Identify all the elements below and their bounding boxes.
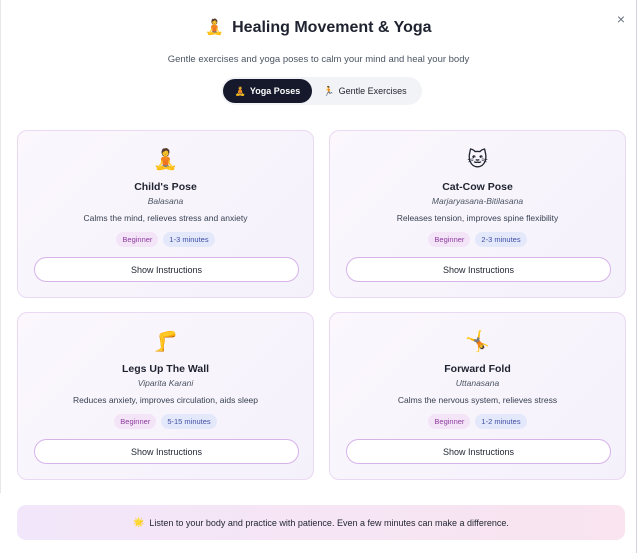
level-badge: Beginner	[428, 414, 471, 429]
cartwheel-icon: 🤸	[465, 331, 490, 353]
tab-label: Yoga Poses	[249, 86, 301, 96]
leg-icon: 🦵	[153, 331, 178, 353]
show-instructions-button[interactable]: Show Instructions	[34, 257, 299, 282]
pose-sanskrit-name: Viparita Karani	[137, 378, 194, 388]
title-row: 🧘 Healing Movement & Yoga	[205, 18, 431, 38]
pose-sanskrit-name: Marjaryasana-Bitilasana	[431, 196, 524, 206]
duration-badge: 2-3 minutes	[475, 232, 527, 247]
running-icon: 🏃	[323, 85, 335, 96]
pose-description: Releases tension, improves spine flexibi…	[396, 213, 559, 223]
pose-sanskrit-name: Uttanasana	[455, 378, 500, 388]
cat-icon: 🐱	[467, 149, 488, 171]
meditation-icon: 🧘	[205, 19, 225, 36]
level-badge: Beginner	[428, 232, 471, 247]
pose-card-childs-pose: 🧘 Child's Pose Balasana Calms the mind, …	[17, 130, 314, 298]
yoga-modal: × 🧘 Healing Movement & Yoga Gentle exerc…	[0, 0, 637, 553]
level-badge: Beginner	[114, 414, 157, 429]
show-instructions-button[interactable]: Show Instructions	[34, 439, 299, 464]
pose-description: Calms the mind, relieves stress and anxi…	[83, 213, 248, 223]
pose-title: Forward Fold	[444, 363, 511, 375]
left-edge-divider	[0, 0, 1, 493]
meditation-icon: 🧘	[153, 149, 178, 171]
footer-tip: 🌟 Listen to your body and practice with …	[17, 505, 625, 540]
pose-badges: Beginner 1-2 minutes	[330, 414, 625, 429]
tab-switcher: 🧘 Yoga Poses 🏃 Gentle Exercises	[221, 77, 422, 105]
pose-description: Calms the nervous system, relieves stres…	[397, 395, 558, 405]
tab-label: Gentle Exercises	[338, 86, 407, 96]
page-title: Healing Movement & Yoga	[232, 19, 432, 36]
pose-card-cat-cow: 🐱 Cat-Cow Pose Marjaryasana-Bitilasana R…	[329, 130, 626, 298]
pose-card-forward-fold: 🤸 Forward Fold Uttanasana Calms the nerv…	[329, 312, 626, 480]
footer-tip-text: Listen to your body and practice with pa…	[149, 517, 509, 528]
duration-badge: 1-2 minutes	[475, 414, 527, 429]
pose-badges: Beginner 1-3 minutes	[18, 232, 313, 247]
duration-badge: 5-15 minutes	[161, 414, 217, 429]
tab-gentle-exercises[interactable]: 🏃 Gentle Exercises	[312, 79, 418, 103]
pose-title: Legs Up The Wall	[121, 363, 210, 375]
show-instructions-button[interactable]: Show Instructions	[346, 257, 611, 282]
tab-yoga-poses[interactable]: 🧘 Yoga Poses	[223, 79, 312, 103]
modal-header: 🧘 Healing Movement & Yoga	[0, 18, 637, 38]
level-badge: Beginner	[116, 232, 159, 247]
pose-card-legs-up-the-wall: 🦵 Legs Up The Wall Viparita Karani Reduc…	[17, 312, 314, 480]
page-subtitle: Gentle exercises and yoga poses to calm …	[167, 54, 470, 65]
duration-badge: 1-3 minutes	[163, 232, 215, 247]
pose-title: Child's Pose	[134, 181, 197, 193]
star-icon: 🌟	[133, 517, 145, 527]
pose-sanskrit-name: Balasana	[147, 196, 184, 206]
pose-badges: Beginner 2-3 minutes	[330, 232, 625, 247]
pose-title: Cat-Cow Pose	[442, 181, 513, 193]
yoga-icon: 🧘	[234, 85, 246, 96]
pose-description: Reduces anxiety, improves circulation, a…	[72, 395, 259, 405]
show-instructions-button[interactable]: Show Instructions	[346, 439, 611, 464]
pose-badges: Beginner 5-15 minutes	[18, 414, 313, 429]
